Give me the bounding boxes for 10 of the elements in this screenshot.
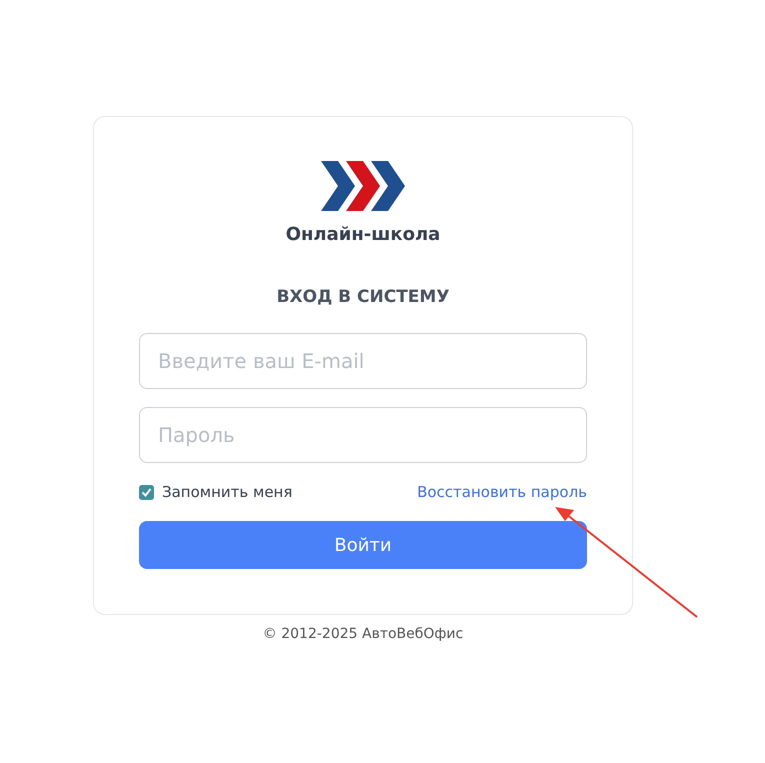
remember-label: Запомнить меня (162, 483, 292, 501)
email-field[interactable]: Введите ваш E-mail (139, 333, 587, 389)
recover-password-link[interactable]: Восстановить пароль (417, 483, 587, 501)
chevron-logo-icon (321, 161, 405, 211)
copyright-text: © 2012-2025 АвтоВебОфис (262, 626, 464, 642)
brand-name: Онлайн-школа (286, 224, 440, 245)
password-field[interactable]: Пароль (139, 407, 587, 463)
login-button[interactable]: Войти (139, 521, 587, 569)
remember-checkbox[interactable] (139, 484, 154, 500)
login-heading: ВХОД В СИСТЕМУ (276, 287, 450, 307)
